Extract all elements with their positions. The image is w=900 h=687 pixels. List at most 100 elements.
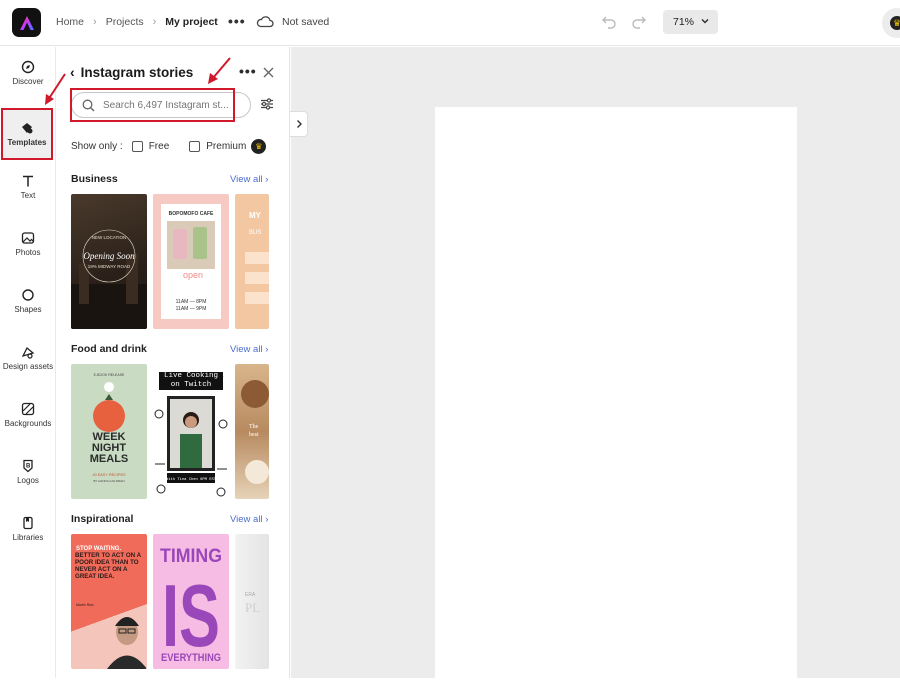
premium-checkbox[interactable] [189,141,201,152]
thumb-text: IS [162,566,220,665]
premium-label: Premium [206,141,247,152]
section-title-business: Business [71,173,118,185]
undo-icon[interactable] [601,13,617,29]
rail-label: Discover [12,77,44,86]
top-bar: Home › Projects › My project ••• Not sav… [0,0,900,46]
thumb-text: ERA [245,592,256,598]
template-thumb[interactable]: STOP WAITING. BETTER TO ACT ON A POOR ID… [71,534,147,669]
thumb-text: BOPOMOFO CAFE [169,211,214,217]
zoom-value: 71% [673,16,695,28]
free-label: Free [148,141,170,152]
live-cooking-template: Live Cooking on Twitch With Tina Chen 6P… [154,372,228,497]
rail-label: Libraries [12,533,44,542]
crown-icon: ♛ [890,16,900,30]
view-all-food[interactable]: View all › [230,344,268,355]
breadcrumb-home[interactable]: Home [56,16,84,28]
template-thumb[interactable]: TIMING IS EVERYTHING [153,534,229,669]
thumb-text: 19% MIDWAY ROAD [88,264,131,269]
more-options-icon[interactable]: ••• [239,63,257,79]
template-thumb[interactable]: NEW LOCATION Opening Soon 19% MIDWAY ROA… [71,194,147,329]
rail-item-libraries[interactable]: Libraries [0,503,56,555]
thumb-text: TIMING [160,546,222,567]
crown-icon: ♛ [251,139,267,154]
filter-icon[interactable] [260,97,274,111]
rail-label: Photos [15,248,41,257]
rail-item-logos[interactable]: B Logos [0,446,56,498]
thumb-text: open [183,270,203,280]
breadcrumb-projects[interactable]: Projects [106,16,144,28]
thumb-text: Opening Soon [83,251,135,261]
thumb-text: NEW LOCATION [92,235,126,240]
thumb-text: 11AM — 9PM [176,306,207,312]
logos-icon: B [23,459,33,473]
thumb-text: E-BOOK RELEASE [94,373,125,377]
chevron-right-icon: › [93,16,97,28]
templates-panel: ‹ Instagram stories ••• Show only : Free… [56,47,290,678]
timing-is-everything-template: TIMING IS EVERYTHING [160,546,222,665]
save-status: Not saved [282,16,330,28]
project-name[interactable]: My project [165,16,218,28]
more-options-icon[interactable]: ••• [228,13,246,29]
free-checkbox[interactable] [131,141,143,152]
rail-item-templates[interactable]: Templates [1,108,53,160]
libraries-icon [23,516,33,530]
rail-item-backgrounds[interactable]: Backgrounds [0,389,56,441]
rail-label: Design assets [2,362,54,371]
rail-label: Logos [17,476,39,485]
thumb-text: Martin Ruiz [76,603,94,607]
back-icon[interactable]: ‹ [70,64,75,80]
template-thumb[interactable]: BOPOMOFO CAFE open 11AM — 8PM 11AM — 9PM [153,194,229,329]
stop-waiting-template: STOP WAITING. BETTER TO ACT ON A POOR ID… [75,546,147,669]
thumb-text: EVERYTHING [161,652,221,664]
annotation-arrow-icon [45,73,66,105]
thumb-text: PL [245,600,260,615]
thumb-text: MY [249,211,262,220]
backgrounds-icon [21,402,35,416]
template-thumb[interactable]: The best [235,364,269,499]
rail-item-photos[interactable]: Photos [0,218,56,270]
thumb-text: best [249,432,259,438]
section-title-inspirational: Inspirational [71,513,134,525]
template-thumb[interactable]: MY BUS [235,194,269,329]
business-template: MY BUS [245,211,269,304]
left-rail: Discover Templates Text Photos Shapes De… [0,47,56,678]
svg-text:B: B [26,464,31,470]
show-only-label: Show only : [71,141,123,152]
thumb-text: The [249,424,259,430]
thumb-text: 40 EASY RECIPES [92,473,126,477]
collapse-panel-button[interactable] [290,111,308,137]
templates-icon [22,123,33,134]
rail-label: Text [20,191,36,200]
food-template: The best [241,380,269,484]
thumb-text: BUS [249,230,261,236]
thumb-text: 11AM — 8PM [176,299,207,305]
photo-icon [21,232,35,244]
cafe-template: BOPOMOFO CAFE open 11AM — 8PM 11AM — 9PM [161,204,221,319]
view-all-inspirational[interactable]: View all › [230,514,268,525]
thumb-text: BY HANNA GOLDMAN [93,479,124,483]
text-icon [23,175,33,187]
view-all-business[interactable]: View all › [230,174,268,185]
template-thumb[interactable]: ERA PL [235,534,269,669]
rail-item-design-assets[interactable]: Design assets [0,332,56,384]
rail-item-shapes[interactable]: Shapes [0,275,56,327]
thumb-text: With Tina Chen 6PM EST [166,477,217,482]
rail-label: Shapes [14,305,42,314]
week-night-meals-template: E-BOOK RELEASE WEEK NIGHT MEALS 40 EASY … [90,373,129,483]
show-only-filters: Show only : Free Premium ♛ [71,139,267,154]
close-icon[interactable] [263,67,274,78]
shapes-icon [22,289,34,301]
design-page[interactable] [435,107,797,687]
thumb-text: Live Cooking on Twitch [163,372,218,389]
design-assets-icon [21,346,35,359]
avatar[interactable]: ♛ [882,8,900,38]
breadcrumb: Home › Projects › My project [56,16,218,28]
rail-label: Backgrounds [4,419,52,428]
redo-icon[interactable] [631,13,647,29]
app-logo[interactable] [12,8,41,37]
template-thumb[interactable]: E-BOOK RELEASE WEEK NIGHT MEALS 40 EASY … [71,364,147,499]
template-thumb[interactable]: Live Cooking on Twitch With Tina Chen 6P… [153,364,229,499]
rail-item-text[interactable]: Text [0,161,56,213]
chevron-down-icon [701,18,709,24]
zoom-dropdown[interactable]: 71% [663,10,718,34]
